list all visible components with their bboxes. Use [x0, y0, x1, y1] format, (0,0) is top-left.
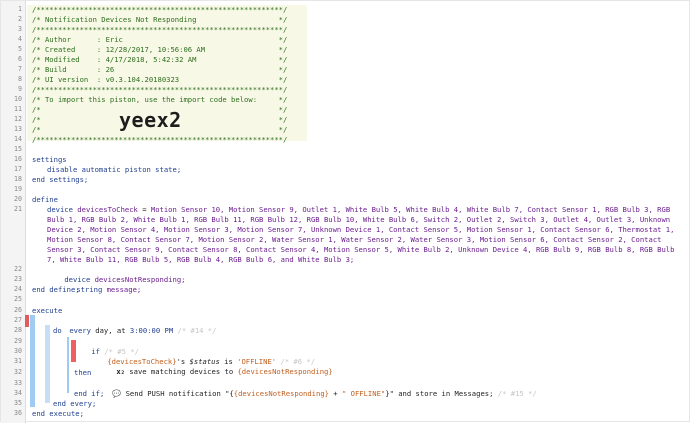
end-if-keyword[interactable]: end if;: [74, 389, 104, 399]
then-keyword[interactable]: then: [74, 368, 91, 378]
line-number: 34: [14, 389, 22, 397]
line-number: 1: [18, 5, 22, 13]
header-created: /* Created : 12/28/2017, 10:56:06 AM */: [32, 45, 288, 54]
line-number: 22: [14, 265, 22, 273]
line-number: 25: [14, 295, 22, 303]
header-border: /***************************************…: [32, 85, 288, 94]
settings-keyword[interactable]: settings: [32, 155, 67, 165]
line-number: 18: [14, 175, 22, 183]
line-number-gutter: 1 2 3 4 5 6 7 8 9 10 11 12 13 14 15 16 1…: [1, 1, 26, 423]
header-build: /* Build : 26 */: [32, 65, 288, 74]
line-number: 11: [14, 105, 22, 113]
line-number: 35: [14, 399, 22, 407]
line-number: 9: [18, 85, 22, 93]
time-value: 3:00:00 PM: [129, 326, 174, 335]
disable-automatic-state[interactable]: disable automatic piston state;: [47, 165, 181, 175]
line-number: 23: [14, 275, 22, 283]
line-number: 20: [14, 195, 22, 203]
define-keyword[interactable]: define: [32, 195, 58, 205]
message-variable: message;: [106, 285, 142, 294]
code-editor[interactable]: 1 2 3 4 5 6 7 8 9 10 11 12 13 14 15 16 1…: [0, 0, 690, 423]
line-number: 6: [18, 55, 22, 63]
line-number: 7: [18, 65, 22, 73]
end-settings-keyword[interactable]: end settings;: [32, 175, 88, 185]
header-import-note: /* To import this piston, use the import…: [32, 95, 288, 104]
execute-keyword[interactable]: execute: [32, 306, 62, 316]
line-number: 21: [14, 205, 22, 213]
devices-to-check-variable: devicesToCheck: [77, 205, 138, 214]
line-number: 8: [18, 75, 22, 83]
statement-id-comment: /* #14 */: [173, 326, 217, 335]
line-number: 24: [14, 285, 22, 293]
device-declaration[interactable]: device devicesToCheck = Motion Sensor 10…: [47, 205, 687, 265]
line-number: 29: [14, 337, 22, 345]
statement-id-comment: /* #15 */: [493, 389, 537, 398]
push-variable: {devicesNotResponding}: [233, 389, 329, 398]
header-author: /* Author : Eric */: [32, 35, 288, 44]
end-execute-keyword[interactable]: end execute;: [32, 409, 84, 419]
push-text: Send PUSH notification ": [121, 389, 230, 398]
header-modified: /* Modified : 4/17/2018, 5:42:32 AM */: [32, 55, 288, 64]
line-number: 4: [18, 35, 22, 43]
line-number: 19: [14, 185, 22, 193]
line-number: 30: [14, 347, 22, 355]
line-number: 16: [14, 155, 22, 163]
end-define-keyword[interactable]: end define;: [32, 285, 80, 295]
line-number: 33: [14, 379, 22, 387]
header-border: /***************************************…: [32, 5, 288, 14]
end-every-keyword[interactable]: end every;: [53, 399, 96, 409]
do-block-bar: [45, 325, 50, 403]
line-number: 2: [18, 15, 22, 23]
plus-operator: +: [328, 389, 342, 398]
do-keyword[interactable]: do: [53, 326, 62, 336]
header-border: /***************************************…: [32, 25, 288, 34]
line-number: 14: [14, 135, 22, 143]
offline-string: " OFFLINE": [341, 389, 386, 398]
line-number: 26: [14, 306, 22, 314]
line-number: 17: [14, 165, 22, 173]
every-block-bar: [30, 315, 35, 407]
variable-icon: x₂: [116, 367, 125, 376]
save-matching-text: save matching devices to: [124, 367, 238, 376]
line-number: 3: [18, 25, 22, 33]
push-end-text: " and store in Messages;: [389, 389, 494, 398]
header-ui-version: /* UI version : v0.3.104.20180323 */: [32, 75, 288, 84]
line-number: 28: [14, 326, 22, 334]
line-number: 27: [14, 316, 22, 324]
string-keyword: string: [76, 285, 103, 294]
line-number: 31: [14, 357, 22, 365]
save-target-variable: {devicesNotResponding}: [237, 367, 333, 376]
line-number: 32: [14, 368, 22, 376]
push-notification-statement[interactable]: 💬 Send PUSH notification "{{devicesNotRe…: [95, 379, 537, 409]
line-number: 12: [14, 115, 22, 123]
day-at-text: day, at: [90, 326, 130, 335]
every-keyword: every: [69, 326, 91, 335]
active-line-marker: [25, 315, 29, 327]
line-number: 13: [14, 125, 22, 133]
equals-sign: =: [137, 205, 151, 214]
line-number: 5: [18, 45, 22, 53]
line-number: 10: [14, 95, 22, 103]
header-title: /* Notification Devices Not Responding *…: [32, 15, 288, 24]
line-number: 15: [14, 145, 22, 153]
import-code: yeex2: [119, 108, 182, 132]
chat-bubble-icon: 💬: [112, 389, 122, 398]
line-number: 36: [14, 409, 22, 417]
header-border: /***************************************…: [32, 135, 288, 144]
device-keyword: device: [47, 205, 73, 214]
